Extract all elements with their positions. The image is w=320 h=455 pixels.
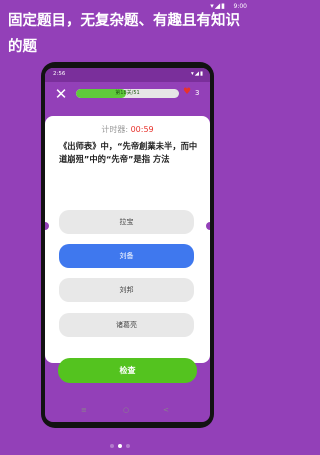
page-dot[interactable] [126, 444, 130, 448]
app-status-bar: 2:56 ▾◢▮ [45, 68, 210, 82]
close-button[interactable]: ✕ [53, 86, 69, 102]
timer: 计时器: 00:59 [45, 124, 210, 135]
back-icon[interactable]: < [163, 406, 169, 414]
option-1[interactable]: 拉宝 [59, 210, 194, 234]
level-progress-bar: 第18关/51 [76, 89, 179, 98]
option-4[interactable]: 诸葛亮 [59, 313, 194, 337]
heart-icon: ♥ [183, 87, 192, 97]
check-button[interactable]: 检查 [58, 358, 197, 383]
app-status-time: 2:56 [53, 71, 66, 77]
promo-headline: 固定题目，无复杂题、有趣且有知识的题 [8, 13, 240, 55]
lives-count: 3 [195, 89, 200, 97]
page-dot[interactable] [110, 444, 114, 448]
timer-label: 计时器: [101, 125, 129, 134]
home-icon[interactable]: ○ [123, 406, 129, 414]
question-text: 《出师表》中，“先帝創業未半，而中道崩殂”中的“先帝”是指 方法 [59, 141, 198, 164]
phone-screen: 2:56 ▾◢▮ ✕ 第18关/51 ♥ 3 计时器: 00:59 《出师表》中… [45, 68, 210, 422]
option-2[interactable]: 刘备 [59, 244, 194, 268]
page-dot[interactable] [118, 444, 122, 448]
progress-label: 第18关/51 [115, 90, 140, 96]
card-notch-left [45, 222, 49, 230]
menu-icon[interactable]: ≡ [81, 406, 87, 414]
timer-value: 00:59 [130, 125, 154, 134]
close-icon: ✕ [54, 85, 68, 103]
app-status-icons: ▾◢▮ [190, 71, 204, 77]
android-nav-bar: ≡ ○ < [45, 402, 210, 422]
page-indicator [110, 433, 134, 452]
question-card: 计时器: 00:59 《出师表》中，“先帝創業未半，而中道崩殂”中的“先帝”是指… [45, 116, 210, 363]
card-notch-right [206, 222, 210, 230]
option-3[interactable]: 刘邦 [59, 278, 194, 302]
